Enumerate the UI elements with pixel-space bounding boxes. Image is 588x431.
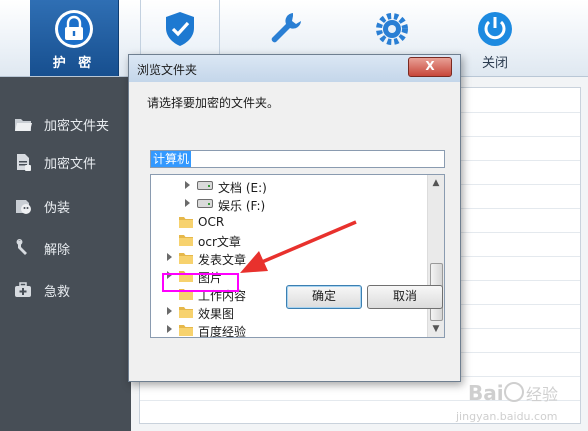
dialog-title: 浏览文件夹	[137, 63, 198, 77]
svg-text:jingyan.baidu.com: jingyan.baidu.com	[455, 410, 558, 423]
folder-icon	[179, 325, 193, 336]
folder-path-value: 计算机	[151, 151, 192, 167]
sidebar-item-encrypt-file[interactable]: 加密文件	[0, 147, 131, 177]
expand-arrow-icon[interactable]	[167, 325, 172, 333]
folder-open-icon	[15, 119, 32, 131]
sidebar: 加密文件夹 加密文件 伪装 解除 急救	[0, 77, 131, 431]
sidebar-item-first-aid[interactable]: 急救	[0, 275, 131, 305]
browse-folder-dialog: 浏览文件夹 X 请选择要加密的文件夹。 计算机 文档 (E:) 娱乐 (F:)	[128, 54, 461, 382]
dialog-prompt: 请选择要加密的文件夹。	[147, 96, 280, 110]
protect-tab[interactable]: 护 密	[30, 0, 119, 76]
first-aid-kit-icon	[15, 282, 31, 297]
sidebar-item-label: 伪装	[44, 201, 71, 216]
tree-item-folder[interactable]: OCR	[151, 213, 427, 231]
power-icon	[478, 12, 512, 46]
baidu-jingyan-watermark-logo: Bai 经验 jingyan.baidu.com	[455, 381, 558, 423]
folder-tree[interactable]: 文档 (E:) 娱乐 (F:) OCR ocr文章 发表文章 图片 工作内容 效…	[150, 174, 445, 338]
svg-text:Bai: Bai	[468, 381, 504, 405]
close-tab-label: 关闭	[481, 56, 508, 71]
drive-icon	[197, 181, 213, 190]
folder-icon	[179, 217, 193, 228]
tree-item-label: ocr文章	[198, 235, 241, 249]
tree-item-folder[interactable]: 发表文章	[151, 249, 427, 267]
sidebar-item-label: 解除	[44, 243, 71, 258]
tree-item-label: 发表文章	[198, 253, 247, 267]
sidebar-item-label: 急救	[44, 285, 71, 300]
disguise-icon	[16, 200, 31, 214]
annotation-highlight-box	[162, 273, 239, 292]
sidebar-item-label: 加密文件	[44, 157, 97, 172]
sidebar-item-encrypt-folder[interactable]: 加密文件夹	[0, 109, 131, 139]
dialog-titlebar[interactable]: 浏览文件夹 X	[129, 55, 460, 82]
expand-arrow-icon[interactable]	[167, 307, 172, 315]
close-tab[interactable]: 关闭	[455, 0, 535, 76]
tree-item-label: 娱乐 (F:)	[218, 199, 266, 213]
sidebar-item-disguise[interactable]: 伪装	[0, 191, 131, 221]
sidebar-item-label: 加密文件夹	[44, 119, 110, 134]
tree-scrollbar[interactable]: ▲ ▼	[427, 175, 444, 337]
sidebar-item-remove[interactable]: 解除	[0, 233, 131, 263]
tree-item-label: 文档 (E:)	[218, 181, 267, 195]
cancel-button[interactable]: 取消	[367, 285, 443, 309]
protect-tab-label: 护 密	[52, 56, 96, 71]
folder-icon	[179, 307, 193, 318]
gear-icon	[376, 13, 408, 45]
shield-check-icon	[166, 12, 194, 46]
tree-item-folder[interactable]: ocr文章	[151, 231, 427, 249]
ok-button[interactable]: 确定	[286, 285, 362, 309]
tree-item-label: 效果图	[198, 307, 235, 321]
dialog-body: 请选择要加密的文件夹。 计算机 文档 (E:) 娱乐 (F:) OCR ocr文…	[135, 82, 454, 375]
document-icon	[17, 154, 31, 171]
app-window: 护 密 关闭 加密文件夹 加密文件 伪装 解除 急救 浏览文件夹 X 请选择要加…	[0, 0, 588, 431]
drive-icon	[197, 199, 213, 208]
svg-text:经验: 经验	[526, 385, 558, 404]
tree-item-label: OCR	[198, 215, 225, 229]
scroll-up-arrow-icon[interactable]: ▲	[428, 175, 444, 191]
folder-icon	[179, 253, 193, 264]
tree-item-label: 百度经验	[198, 325, 247, 338]
tree-item-drive-f[interactable]: 娱乐 (F:)	[151, 195, 427, 213]
wrench-icon	[271, 13, 301, 43]
folder-path-field[interactable]: 计算机	[150, 150, 445, 168]
expand-arrow-icon[interactable]	[167, 253, 172, 261]
expand-arrow-icon[interactable]	[185, 181, 190, 189]
lock-icon	[55, 10, 93, 48]
tree-item-folder[interactable]: 百度经验	[151, 321, 427, 338]
expand-arrow-icon[interactable]	[185, 199, 190, 207]
tree-item-drive-e[interactable]: 文档 (E:)	[151, 177, 427, 195]
scroll-down-arrow-icon[interactable]: ▼	[428, 321, 444, 337]
dialog-close-button[interactable]: X	[408, 57, 452, 77]
folder-icon	[179, 235, 193, 246]
unlock-icon	[16, 239, 27, 255]
